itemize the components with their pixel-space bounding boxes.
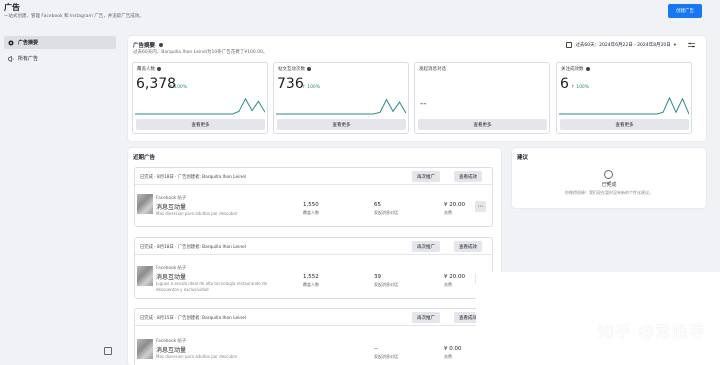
spend-label: 花费 [444, 210, 452, 215]
summary-title: 广告摘要 [133, 41, 163, 49]
summary-icon [8, 40, 14, 46]
ad-name[interactable]: 消息互动量 [156, 202, 186, 211]
metric-value: 6 [560, 76, 569, 92]
metric-reach: 覆盖人数 6,378 ↑ 100% 查看更多 [132, 62, 268, 134]
boost-again-button[interactable]: 再次推广 [412, 171, 440, 182]
calendar-icon [566, 42, 573, 48]
info-icon[interactable] [157, 67, 161, 71]
metric-change: ↑ 100% [571, 85, 590, 90]
metric-value: 736 [277, 76, 304, 92]
sparkline-path [276, 98, 406, 115]
ads-summary-card: 广告摘要 过去60天内，Barquilla Ihon Leinel为10条广告花… [128, 36, 706, 141]
ad-source: Facebook 帖子 [156, 196, 187, 201]
view-more-button[interactable]: 查看更多 [418, 119, 547, 130]
info-icon[interactable] [307, 67, 311, 71]
ad-description: Jugues a escala ideal de alta tecnología… [156, 281, 268, 292]
boost-again-button[interactable]: 再次推广 [412, 241, 440, 252]
view-results-button[interactable]: 查看成效 [454, 171, 482, 182]
summary-subtitle: 过去60天内，Barquilla Ihon Leinel为10条广告花费了¥10… [133, 50, 268, 55]
info-icon[interactable] [158, 43, 163, 47]
create-ad-button[interactable]: 创建广告 [668, 4, 702, 18]
ad-item: 已完成 · 8月15日 · 广告创建者: Barquilla Ihon Lein… [134, 308, 493, 365]
spend-label: 花费 [444, 282, 452, 287]
suggestions-note: 你做得很棒！我们现在暂时没有新的个性化建议。 [565, 190, 653, 195]
suggestions-title: 建议 [517, 155, 529, 161]
spend-value: ¥ 0.00 [444, 346, 462, 352]
view-more-button[interactable]: 查看更多 [560, 119, 689, 130]
sparkline-path [135, 97, 265, 115]
spend-value: ¥ 20.00 [444, 202, 465, 208]
engagement-value: 65 [374, 202, 381, 208]
ad-source: Facebook 帖子 [156, 266, 187, 271]
engagement-label: 发起消息对话 [374, 354, 398, 359]
megaphone-icon [8, 55, 14, 62]
sparkline [135, 97, 265, 115]
date-range-label: 过去60天：2024年6月22日 - 2024年8月20日 [575, 43, 671, 48]
page-subtitle: 一站式创建、管理 Facebook 和 Instagram 广告，并追踪广告成效… [4, 14, 144, 19]
ad-name[interactable]: 消息互动量 [156, 272, 186, 281]
spend-label: 花费 [444, 354, 452, 359]
sidebar-item-all-ads[interactable]: 所有广告 [4, 52, 116, 65]
metric-follows: 关注成效数 6 ↑ 100% 查看更多 [556, 62, 692, 134]
filter-button[interactable] [684, 40, 698, 50]
suggestions-card: 建议 已完成 你做得很棒！我们现在暂时没有新的个性化建议。 [512, 148, 706, 208]
engagement-label: 发起消息对话 [374, 210, 398, 215]
recent-ads-card: 近期广告 已完成 · 8月18日 · 广告创建者: Barquilla Ihon… [128, 148, 501, 365]
page-title: 广告 [4, 3, 20, 12]
page-header: 广告 一站式创建、管理 Facebook 和 Instagram 广告，并追踪广… [0, 0, 720, 26]
metric-conversations: 发起消息对话 -- 查看更多 [414, 62, 550, 134]
check-circle-icon [604, 170, 613, 185]
sidebar-item-label: 广告摘要 [18, 40, 39, 46]
more-options-button[interactable]: ⋯ [475, 201, 486, 212]
sparkline [559, 96, 689, 115]
view-more-button[interactable]: 查看更多 [277, 119, 406, 130]
recent-ads-title: 近期广告 [133, 155, 156, 161]
engagement-value: 39 [374, 274, 381, 280]
metric-change: ↑ 100% [302, 85, 321, 90]
ad-item: 已完成 · 8月18日 · 广告创建者: Barquilla Ihon Lein… [134, 167, 493, 227]
info-icon[interactable] [585, 67, 590, 71]
metric-post-engagement: 帖文互动次数 736 ↑ 100% 查看更多 [273, 62, 409, 134]
ad-thumbnail[interactable] [137, 339, 153, 359]
collapse-sidebar-icon[interactable] [104, 347, 112, 355]
metric-value: -- [420, 99, 427, 109]
sidebar-item-summary[interactable]: 广告摘要 [4, 36, 116, 49]
engagement-value: -- [374, 346, 378, 352]
chevron-down-icon: ▾ [673, 42, 676, 48]
reach-label: 覆盖人数 [303, 282, 319, 287]
sidebar-item-label: 所有广告 [18, 56, 39, 62]
ad-name[interactable]: 消息互动量 [156, 345, 186, 354]
metric-change: ↑ 100% [169, 85, 188, 90]
spend-value: ¥ 20.00 [444, 274, 465, 280]
ad-status: 已完成 · 8月18日 · 广告创建者: Barquilla Ihon Lein… [140, 245, 246, 250]
view-results-button[interactable]: 查看成效 [454, 241, 482, 252]
ad-source: Facebook 帖子 [156, 339, 187, 344]
boost-again-button[interactable]: 再次推广 [412, 312, 440, 323]
sparkline [276, 98, 406, 115]
ad-description: Mas diversion para adultos por descubrir [156, 211, 238, 216]
reach-value: 1,550 [303, 202, 319, 208]
suggestions-status: 已完成 [601, 182, 617, 188]
sliders-icon [687, 42, 695, 48]
reach-value: 1,552 [303, 274, 319, 280]
engagement-label: 发起消息对话 [374, 282, 398, 287]
reach-label: 覆盖人数 [303, 210, 319, 215]
sidebar: 广告摘要 所有广告 [0, 30, 120, 365]
ad-description: Mas diversion para adultos por descubrir [156, 354, 238, 359]
view-more-button[interactable]: 查看更多 [136, 119, 265, 130]
ad-item: 已完成 · 8月18日 · 广告创建者: Barquilla Ihon Lein… [134, 237, 493, 299]
watermark: 知乎 @常指导 [597, 322, 706, 341]
date-range-picker[interactable]: 过去60天：2024年6月22日 - 2024年8月20日 ▾ [566, 42, 676, 48]
ad-thumbnail[interactable] [137, 194, 153, 214]
ad-status: 已完成 · 8月15日 · 广告创建者: Barquilla Ihon Lein… [140, 316, 246, 321]
ad-thumbnail[interactable] [137, 266, 153, 286]
sparkline-path [559, 96, 689, 115]
ad-status: 已完成 · 8月18日 · 广告创建者: Barquilla Ihon Lein… [140, 175, 246, 180]
